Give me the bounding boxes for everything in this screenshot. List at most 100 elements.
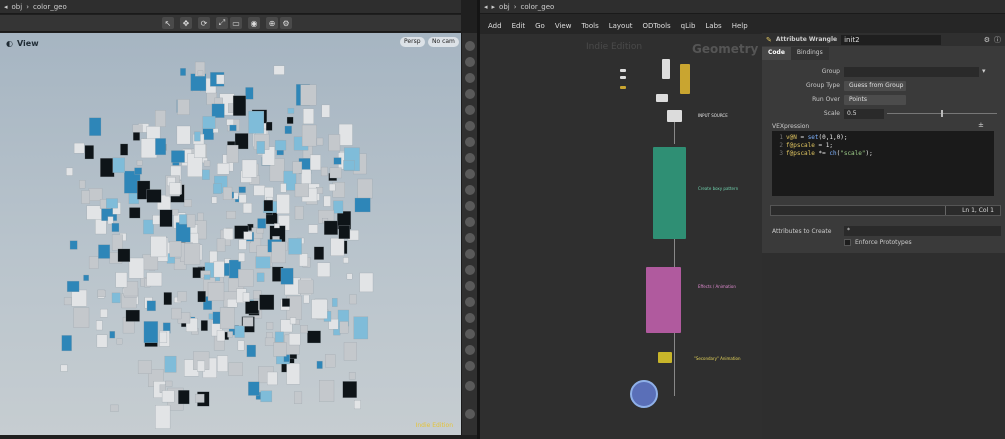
menu-help[interactable]: Help <box>732 22 748 30</box>
network-editor[interactable]: Indie Edition Geometry INPUT SOURCE Crea… <box>480 34 762 439</box>
secondary-anim-node[interactable] <box>658 352 672 363</box>
geometry-box <box>281 298 290 307</box>
rotate-icon[interactable]: ⟳ <box>198 17 210 29</box>
group-field[interactable] <box>844 67 979 77</box>
camera-menu[interactable]: No cam <box>428 37 459 47</box>
menu-edit[interactable]: Edit <box>512 22 526 30</box>
output-node[interactable] <box>630 380 658 408</box>
geometry-box <box>359 272 374 293</box>
layout-icon[interactable] <box>465 345 475 355</box>
geometry-box <box>245 87 254 100</box>
help-icon[interactable]: ⓘ <box>994 35 1005 45</box>
scale-slider-handle[interactable] <box>941 110 943 117</box>
geometry-box <box>117 248 131 262</box>
display-icon[interactable] <box>465 105 475 115</box>
network-node[interactable] <box>662 59 670 79</box>
geometry-box <box>332 298 338 307</box>
tab-bindings[interactable]: Bindings <box>790 47 829 60</box>
move-icon[interactable]: ✥ <box>180 17 192 29</box>
geometry-box <box>155 110 166 127</box>
snap-grid-icon[interactable] <box>465 297 475 307</box>
network-node[interactable] <box>680 64 690 94</box>
viewport[interactable]: ◐ View Persp No cam Indie Edition <box>0 33 461 435</box>
context-path[interactable]: obj <box>499 3 510 11</box>
vex-code-editor[interactable]: 1 v@N = set(0,1,0); 2 f@pscale = 1; 3 f@pscal… <box>772 131 994 196</box>
geometry-box <box>238 239 247 250</box>
forward-icon[interactable]: ▸ <box>492 3 496 11</box>
geometry-box <box>116 338 123 345</box>
menu-qlib[interactable]: qLib <box>681 22 696 30</box>
scale-icon[interactable]: ⤢ <box>216 17 228 29</box>
geometry-box <box>310 154 321 171</box>
record-icon[interactable]: ◉ <box>248 17 260 29</box>
input-source-node[interactable] <box>667 110 682 122</box>
hand-icon[interactable] <box>465 233 475 243</box>
create-boxes-netbox[interactable] <box>653 147 686 239</box>
network-node[interactable] <box>620 69 626 72</box>
shading-icon[interactable] <box>465 137 475 147</box>
menu-add[interactable]: Add <box>488 22 502 30</box>
handle-icon[interactable]: ▭ <box>230 17 242 29</box>
network-node[interactable] <box>656 94 668 102</box>
code-token: *= <box>814 150 830 157</box>
menu-odtools[interactable]: ODTools <box>643 22 671 30</box>
bulb-icon[interactable] <box>465 121 475 131</box>
geometry-box <box>177 291 187 302</box>
back-icon[interactable]: ◂ <box>484 3 488 11</box>
point-icon[interactable] <box>465 169 475 179</box>
node-path[interactable]: color_geo <box>521 3 555 11</box>
menu-tools[interactable]: Tools <box>581 22 598 30</box>
node-path[interactable]: color_geo <box>33 3 67 11</box>
group-dropdown-icon[interactable]: ▾ <box>982 67 986 75</box>
code-line[interactable]: 3 f@pscale *= ch("scale"); <box>772 150 872 158</box>
menu-layout[interactable]: Layout <box>609 22 633 30</box>
menu-labs[interactable]: Labs <box>705 22 721 30</box>
settings-icon[interactable]: ⚙ <box>280 17 292 29</box>
wireframe-icon[interactable] <box>465 153 475 163</box>
network-node[interactable] <box>620 86 626 89</box>
code-line[interactable]: 2 f@pscale = 1; <box>772 142 833 150</box>
ghost-icon[interactable] <box>465 57 475 67</box>
vector-icon[interactable] <box>465 201 475 211</box>
view-menu[interactable]: ◐ View <box>6 39 39 48</box>
scale-slider[interactable] <box>887 110 997 117</box>
code-line[interactable]: 1 v@N = set(0,1,0); <box>772 134 847 142</box>
eye-icon[interactable] <box>465 41 475 51</box>
gear-icon[interactable]: ⚙ <box>984 36 990 44</box>
network-node[interactable] <box>620 76 626 79</box>
info-icon[interactable] <box>465 409 475 419</box>
back-icon[interactable]: ◂ <box>4 3 8 11</box>
light-icon[interactable] <box>465 89 475 99</box>
ortho-icon[interactable] <box>465 313 475 323</box>
effects-netbox[interactable] <box>646 267 681 333</box>
grid-icon[interactable] <box>465 265 475 275</box>
geometry-box <box>100 158 115 178</box>
pin-icon[interactable] <box>465 381 475 391</box>
attrs-label: Attributes to Create <box>772 228 832 235</box>
node-name-field[interactable]: init2 <box>841 34 942 45</box>
normal-icon[interactable] <box>465 185 475 195</box>
brush-icon[interactable] <box>465 249 475 259</box>
scale-field[interactable]: 0.5 <box>844 109 884 119</box>
group-type-menu[interactable]: Guess from Group <box>844 81 906 91</box>
render-icon[interactable] <box>465 361 475 371</box>
menu-view[interactable]: View <box>555 22 572 30</box>
number-icon[interactable] <box>465 217 475 227</box>
select-icon[interactable]: ↖ <box>162 17 174 29</box>
context-path[interactable]: obj <box>12 3 23 11</box>
snap-icon[interactable]: ⊕ <box>266 17 278 29</box>
expand-icon[interactable]: ± <box>978 121 984 129</box>
enforce-prototypes-checkbox[interactable] <box>844 239 851 246</box>
geometry-box <box>323 195 331 207</box>
image-icon[interactable] <box>465 329 475 339</box>
perspective-menu[interactable]: Persp <box>400 37 425 47</box>
geometry-box <box>280 267 294 285</box>
attrs-field[interactable]: * <box>844 226 1001 236</box>
create-boxes-note: Create boxy pattern <box>698 186 739 191</box>
menu-go[interactable]: Go <box>535 22 545 30</box>
lock-icon[interactable] <box>465 73 475 83</box>
tab-code[interactable]: Code <box>762 47 791 60</box>
run-over-menu[interactable]: Points <box>844 95 906 105</box>
cube-icon[interactable] <box>465 281 475 291</box>
geometry-box <box>338 123 353 146</box>
